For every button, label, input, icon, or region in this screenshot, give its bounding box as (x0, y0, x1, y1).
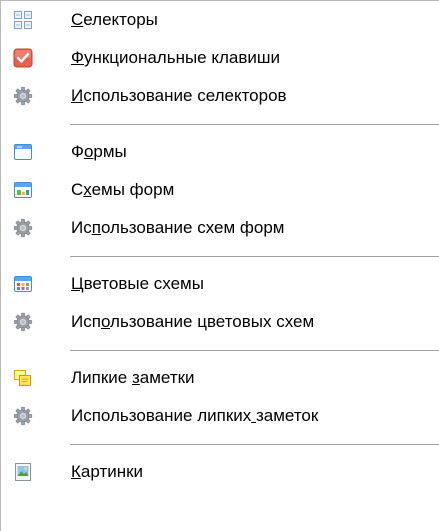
menu-item[interactable]: Использование схем форм (1, 209, 439, 247)
form-window-icon (13, 142, 33, 162)
menu-item-label: Формы (71, 142, 127, 161)
menu-item-label: Использование схем форм (71, 218, 285, 237)
menu-item[interactable]: Использование липких заметок (1, 397, 439, 435)
menu-item[interactable]: Селекторы (1, 1, 439, 39)
form-scheme-icon (13, 180, 33, 200)
menu-item[interactable]: Липкие заметки (1, 359, 439, 397)
context-menu: Селекторы Функциональные клавиши Использов… (0, 0, 439, 531)
gear-icon (13, 406, 33, 426)
menu-item-label: Использование цветовых схем (71, 312, 315, 331)
gear-icon (13, 86, 33, 106)
menu-item[interactable]: Функциональные клавиши (1, 39, 439, 77)
menu-separator (1, 341, 439, 359)
menu-items: Селекторы Функциональные клавиши Использов… (1, 1, 439, 491)
menu-item[interactable]: Схемы форм (1, 171, 439, 209)
menu-separator (1, 115, 439, 133)
menu-item-label: Картинки (71, 462, 144, 481)
menu-separator (1, 435, 439, 453)
menu-item-label: Использование селекторов (71, 86, 287, 105)
gear-icon (13, 312, 33, 332)
menu-item-label: Селекторы (71, 10, 158, 29)
menu-item-label: Липкие заметки (71, 368, 195, 387)
menu-item[interactable]: Использование цветовых схем (1, 303, 439, 341)
menu-item-label: Использование липких заметок (71, 406, 319, 425)
picture-icon (13, 462, 33, 482)
menu-separator (1, 247, 439, 265)
menu-item[interactable]: Цветовые схемы (1, 265, 439, 303)
gear-icon (13, 218, 33, 238)
selectors-grid-icon (13, 10, 33, 30)
menu-item[interactable]: Картинки (1, 453, 439, 491)
menu-item[interactable]: Формы (1, 133, 439, 171)
function-keys-check-icon (13, 48, 33, 68)
menu-item-label: Функциональные клавиши (71, 48, 281, 67)
menu-item-label: Цветовые схемы (71, 274, 204, 293)
menu-item-label: Схемы форм (71, 180, 175, 199)
color-scheme-icon (13, 274, 33, 294)
menu-item[interactable]: Использование селекторов (1, 77, 439, 115)
sticky-notes-icon (13, 368, 33, 388)
